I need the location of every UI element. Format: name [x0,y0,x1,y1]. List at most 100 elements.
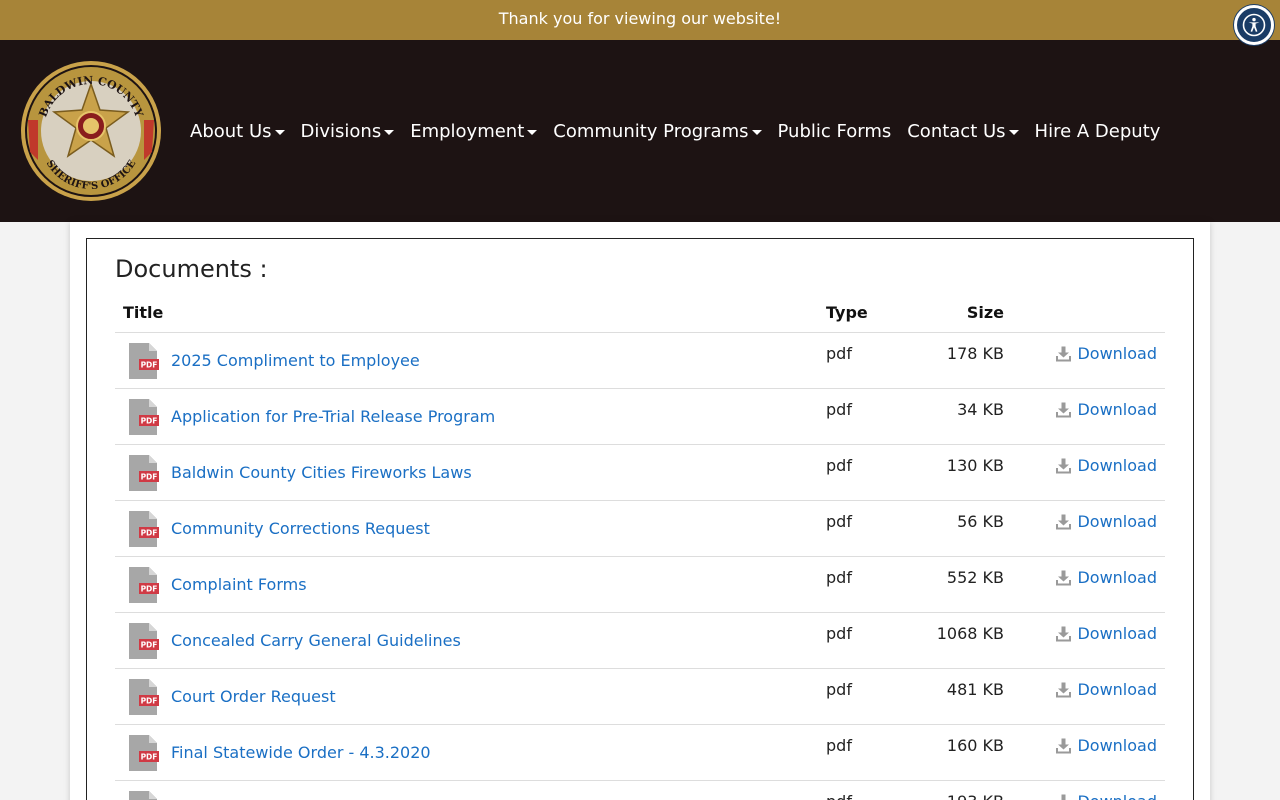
document-link[interactable]: 2025 Compliment to Employee [171,351,420,370]
table-header: Title Type Size [115,292,1165,333]
nav-contact-us[interactable]: Contact Us [899,121,1026,142]
table-row: PDF Application for Pre-Trial Release Pr… [115,389,1165,445]
download-cell: Download [1004,557,1165,612]
table-row: PDF Complaint Forms pdf 552 KB Download [115,557,1165,613]
pdf-icon-label: PDF [141,528,158,537]
pdf-file-icon: PDF [129,622,159,659]
nav-public-forms[interactable]: Public Forms [770,121,900,142]
pdf-file-icon: PDF [129,790,157,800]
document-link[interactable]: Baldwin County Cities Fireworks Laws [171,463,472,482]
download-label: Download [1077,624,1157,643]
pdf-file-icon: PDF [129,342,159,379]
download-link[interactable]: Download [1055,456,1157,475]
download-link[interactable]: Download [1055,344,1157,363]
accessibility-button[interactable] [1234,5,1274,45]
download-icon [1056,682,1072,697]
download-icon [1056,346,1072,361]
nav-community-programs[interactable]: Community Programs [545,121,769,142]
table-row: PDF Baldwin County Cities Fireworks Laws… [115,445,1165,501]
download-cell: Download [1004,501,1165,556]
document-link[interactable]: Court Order Request [171,687,336,706]
column-size: Size [966,302,1004,322]
table-row: PDF Community Corrections Request pdf 56… [115,501,1165,557]
chevron-down-icon [1008,129,1019,135]
download-cell: Download [1004,613,1165,668]
download-link[interactable]: Download [1055,400,1157,419]
download-cell: Download [1004,333,1165,388]
document-title-cell: PDF Application for Pre-Trial Release Pr… [115,389,826,444]
download-link[interactable]: Download [1055,680,1157,699]
download-icon [1056,402,1072,417]
pdf-file-icon: PDF [129,734,159,771]
document-size: 193 KB [901,781,1004,800]
document-size: 178 KB [946,344,1004,363]
nav-about-us[interactable]: About Us [182,121,293,142]
nav-employment[interactable]: Employment [402,121,545,142]
document-type: pdf [826,456,852,475]
document-size: 130 KB [946,456,1004,475]
document-title-cell: PDF Community Corrections Request [115,501,826,556]
document-type: pdf [826,568,852,587]
document-title-cell: PDF Baldwin County Cities Fireworks Laws [115,445,826,500]
document-type: pdf [826,400,852,419]
table-row: PDF pdf 193 KB Download [115,781,1165,800]
download-icon [1056,458,1072,473]
column-type: Type [826,302,868,322]
table-row: PDF Concealed Carry General Guidelines p… [115,613,1165,669]
document-type: pdf [826,344,852,363]
download-cell: Download [1004,389,1165,444]
pdf-file-icon: PDF [129,678,159,715]
download-icon [1056,570,1072,585]
download-link[interactable]: Download [1055,512,1157,531]
documents-panel: Documents : Title Type Size PDF 2025 Com… [86,238,1194,800]
pdf-icon-label: PDF [141,640,158,649]
chevron-down-icon [751,129,762,135]
document-title-cell: PDF Court Order Request [115,669,826,724]
download-label: Download [1077,568,1157,587]
document-size: 552 KB [946,568,1004,587]
document-type: pdf [826,680,852,699]
document-link[interactable]: Concealed Carry General Guidelines [171,631,461,650]
site-header: BALDWIN COUNTY SHERIFF'S OFFICE About Us… [0,40,1280,222]
table-row: PDF Final Statewide Order - 4.3.2020 pdf… [115,725,1165,781]
document-type: pdf [826,781,901,800]
download-link[interactable]: Download [1055,568,1157,587]
download-label: Download [1077,512,1157,531]
download-label: Download [1077,344,1157,363]
nav-hire-a-deputy[interactable]: Hire A Deputy [1027,121,1169,142]
download-link[interactable]: Download [1055,792,1157,800]
document-link[interactable]: Final Statewide Order - 4.3.2020 [171,743,431,762]
pdf-icon-label: PDF [141,360,158,369]
download-label: Download [1077,456,1157,475]
document-link[interactable]: Community Corrections Request [171,519,430,538]
document-type: pdf [826,736,852,755]
document-size: 56 KB [957,512,1004,531]
pdf-file-icon: PDF [129,510,159,547]
download-label: Download [1077,680,1157,699]
download-cell: Download [1004,781,1165,800]
main-nav: About Us Divisions Employment Community … [182,121,1168,142]
pdf-icon-label: PDF [141,696,158,705]
document-link[interactable]: Complaint Forms [171,575,307,594]
download-link[interactable]: Download [1055,624,1157,643]
download-cell: Download [1004,669,1165,724]
document-size: 34 KB [957,400,1004,419]
documents-table: Title Type Size PDF 2025 Compliment to E… [115,292,1165,800]
announcement-text: Thank you for viewing our website! [498,9,782,28]
chevron-down-icon [274,129,285,135]
document-size: 481 KB [946,680,1004,699]
announcement-bar: Thank you for viewing our website! [0,0,1280,40]
document-title-cell: PDF 2025 Compliment to Employee [115,333,826,388]
download-link[interactable]: Download [1055,736,1157,755]
nav-divisions[interactable]: Divisions [293,121,403,142]
column-title: Title [123,302,164,322]
pdf-icon-label: PDF [141,472,158,481]
content-container: Documents : Title Type Size PDF 2025 Com… [70,222,1210,800]
pdf-icon-label: PDF [141,416,158,425]
document-link[interactable]: Application for Pre-Trial Release Progra… [171,407,495,426]
sheriff-logo[interactable]: BALDWIN COUNTY SHERIFF'S OFFICE [20,60,162,202]
download-cell: Download [1004,445,1165,500]
accessibility-icon [1242,13,1266,37]
pdf-file-icon: PDF [129,398,159,435]
document-title-cell: PDF Final Statewide Order - 4.3.2020 [115,725,826,780]
